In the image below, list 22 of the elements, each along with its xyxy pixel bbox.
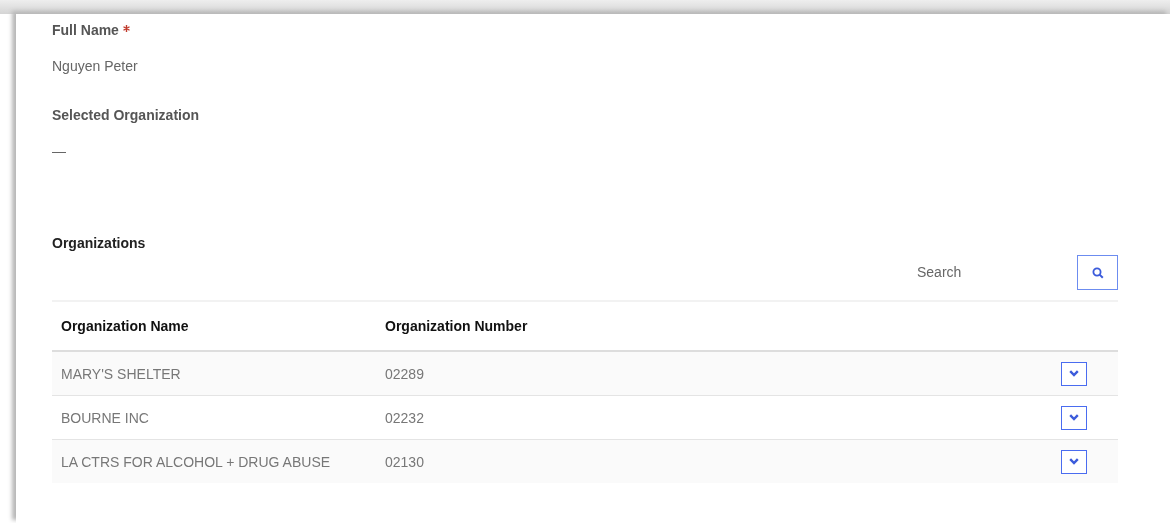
search-icon xyxy=(1091,266,1104,279)
table-cell-text: 02289 xyxy=(385,365,425,382)
section-title: Organizations xyxy=(52,235,147,251)
field-label: Full Name xyxy=(52,22,119,38)
search-field[interactable]: Search xyxy=(917,254,1067,290)
field-value: Nguyen Peter xyxy=(52,58,139,74)
chevron-down-icon xyxy=(1069,370,1079,377)
table-cell-text: BOURNE INC xyxy=(60,409,150,426)
table-cell-text: LA CTRS FOR ALCOHOL + DRUG ABUSE xyxy=(60,453,332,470)
column-header: Organization Name xyxy=(60,318,190,334)
field-value: — xyxy=(52,143,67,159)
chevron-down-icon xyxy=(1069,414,1079,421)
expand-button[interactable] xyxy=(1061,361,1087,386)
search-button[interactable] xyxy=(1077,255,1118,290)
table-cell-text: MARY'S SHELTER xyxy=(60,365,182,382)
expand-button[interactable] xyxy=(1061,449,1087,474)
expand-button[interactable] xyxy=(1061,405,1087,430)
field-label: Selected Organization xyxy=(52,107,200,123)
table-cell-text: 02232 xyxy=(385,409,425,426)
chevron-down-icon xyxy=(1069,458,1079,465)
table-cell-text: 02130 xyxy=(385,453,425,470)
column-header: Organization Number xyxy=(385,318,529,334)
